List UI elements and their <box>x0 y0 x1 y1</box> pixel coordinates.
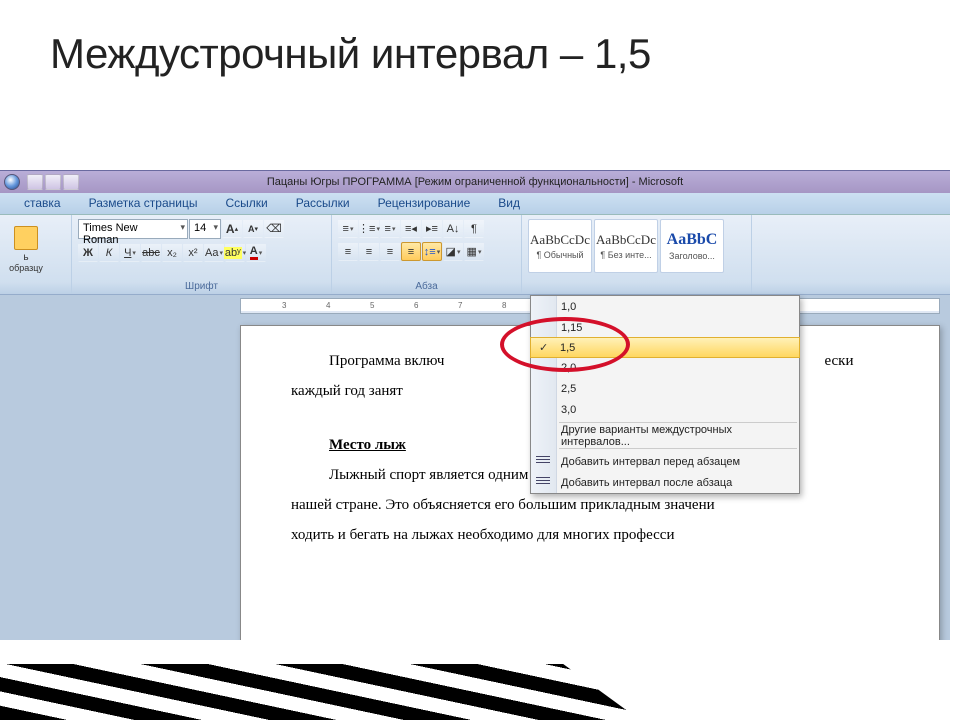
line-spacing-menu: 1,01,15✓1,52,02,53,0 Другие варианты меж… <box>530 295 800 494</box>
document-area: Программа включески каждый год занят Мес… <box>0 317 950 640</box>
highlight-button[interactable]: abʸ <box>225 243 245 262</box>
ls-option-1-0[interactable]: 1,0 <box>531 296 799 317</box>
ribbon: ь образцу Times New Roman 14 A▴ A▾ ⌫ Ж К… <box>0 215 950 295</box>
borders-button[interactable]: ▦ <box>464 242 484 261</box>
strike-button[interactable]: abc <box>141 243 161 262</box>
doc-paragraph-2c: ходить и бегать на лыжах необходимо для … <box>291 520 889 550</box>
slide-decoration-stripes <box>0 664 640 720</box>
bullets-icon: ≡ <box>343 223 349 235</box>
ruler-area: 34567891011121314 <box>0 295 950 317</box>
superscript-button[interactable]: x² <box>183 243 203 262</box>
ls-option-2-0[interactable]: 2,0 <box>531 357 799 378</box>
font-color-button[interactable]: A <box>246 243 266 262</box>
tab-page-layout[interactable]: Разметка страницы <box>75 192 212 214</box>
tab-references[interactable]: Ссылки <box>211 192 281 214</box>
office-orb-icon[interactable] <box>4 174 20 190</box>
style-normal[interactable]: AaBbCcDc ¶ Обычный <box>528 219 592 273</box>
tab-insert[interactable]: ставка <box>10 192 75 214</box>
grow-font-button[interactable]: A▴ <box>222 219 242 238</box>
format-painter-label: образцу <box>9 263 43 273</box>
paragraph-group-label: Абза <box>332 281 521 292</box>
qat-redo-icon[interactable] <box>63 174 79 190</box>
indent-dec-button[interactable]: ≡◂ <box>401 219 421 238</box>
pilcrow-icon: ¶ <box>471 223 477 235</box>
sort-icon: A↓ <box>447 223 460 235</box>
ls-option-1-15[interactable]: 1,15 <box>531 317 799 338</box>
bucket-icon: ◪ <box>446 245 456 258</box>
ribbon-tabs: ставка Разметка страницы Ссылки Рассылки… <box>0 193 950 215</box>
sort-button[interactable]: A↓ <box>443 219 463 238</box>
eraser-icon: ⌫ <box>266 222 282 235</box>
ls-other-options[interactable]: Другие варианты междустрочных интервалов… <box>531 425 799 446</box>
multilevel-button[interactable]: ≡ <box>380 219 400 238</box>
group-clipboard: ь образцу <box>0 215 72 294</box>
align-justify-icon: ≡ <box>408 246 414 258</box>
font-size-combo[interactable]: 14 <box>189 219 221 239</box>
align-center-button[interactable]: ≡ <box>359 242 379 261</box>
multilevel-icon: ≡ <box>385 223 391 235</box>
ls-option-2-5[interactable]: 2,5 <box>531 378 799 399</box>
style-heading1[interactable]: AaBbC Заголово... <box>660 219 724 273</box>
word-title-bar: Пацаны Югры ПРОГРАММА [Режим ограниченно… <box>0 171 950 193</box>
subscript-button[interactable]: x₂ <box>162 243 182 262</box>
align-left-icon: ≡ <box>345 246 351 258</box>
numbering-icon: ⋮≡ <box>358 222 375 235</box>
tab-view[interactable]: Вид <box>484 192 534 214</box>
indent-inc-button[interactable]: ▸≡ <box>422 219 442 238</box>
align-left-button[interactable]: ≡ <box>338 242 358 261</box>
group-font: Times New Roman 14 A▴ A▾ ⌫ Ж К Ч abc x₂ … <box>72 215 332 294</box>
check-icon: ✓ <box>539 341 548 354</box>
shading-button[interactable]: ◪ <box>443 242 463 261</box>
indent-icon: ▸≡ <box>426 222 438 235</box>
font-group-label: Шрифт <box>72 281 331 292</box>
window-title: Пацаны Югры ПРОГРАММА [Режим ограниченно… <box>267 176 683 188</box>
doc-paragraph-2b: нашей стране. Это объясняется его больши… <box>291 490 889 520</box>
borders-icon: ▦ <box>467 245 477 258</box>
numbering-button[interactable]: ⋮≡ <box>359 219 379 238</box>
qat-save-icon[interactable] <box>27 174 43 190</box>
align-right-icon: ≡ <box>387 246 393 258</box>
tab-review[interactable]: Рецензирование <box>364 192 485 214</box>
clear-format-button[interactable]: ⌫ <box>264 219 284 238</box>
slide-title: Междустрочный интервал – 1,5 <box>0 0 960 88</box>
paste-icon <box>14 226 38 250</box>
paste-label: ь <box>23 252 28 263</box>
align-right-button[interactable]: ≡ <box>380 242 400 261</box>
ls-add-after[interactable]: Добавить интервал после абзаца <box>531 472 799 493</box>
align-center-icon: ≡ <box>366 246 372 258</box>
shrink-font-button[interactable]: A▾ <box>243 219 263 238</box>
font-name-combo[interactable]: Times New Roman <box>78 219 188 239</box>
ls-add-before[interactable]: Добавить интервал перед абзацем <box>531 451 799 472</box>
align-justify-button[interactable]: ≡ <box>401 242 421 261</box>
word-window: Пацаны Югры ПРОГРАММА [Режим ограниченно… <box>0 170 950 640</box>
space-before-icon <box>536 456 550 467</box>
paste-button[interactable]: ь образцу <box>6 219 46 279</box>
ls-option-3-0[interactable]: 3,0 <box>531 399 799 420</box>
line-spacing-icon: ↕≡ <box>424 246 436 258</box>
underline-button[interactable]: Ч <box>120 243 140 262</box>
show-marks-button[interactable]: ¶ <box>464 219 484 238</box>
group-paragraph: ≡ ⋮≡ ≡ ≡◂ ▸≡ A↓ ¶ ≡ ≡ ≡ ≡ ↕≡ ◪ ▦ <box>332 215 522 294</box>
space-after-icon <box>536 477 550 488</box>
tab-mailings[interactable]: Рассылки <box>282 192 364 214</box>
bullets-button[interactable]: ≡ <box>338 219 358 238</box>
line-spacing-button[interactable]: ↕≡ <box>422 242 442 261</box>
style-no-spacing[interactable]: AaBbCcDc ¶ Без инте... <box>594 219 658 273</box>
ls-option-1-5[interactable]: ✓1,5 <box>530 337 800 358</box>
qat-undo-icon[interactable] <box>45 174 61 190</box>
change-case-button[interactable]: Aa <box>204 243 224 262</box>
outdent-icon: ≡◂ <box>405 222 417 235</box>
group-styles: AaBbCcDc ¶ Обычный AaBbCcDc ¶ Без инте..… <box>522 215 752 294</box>
